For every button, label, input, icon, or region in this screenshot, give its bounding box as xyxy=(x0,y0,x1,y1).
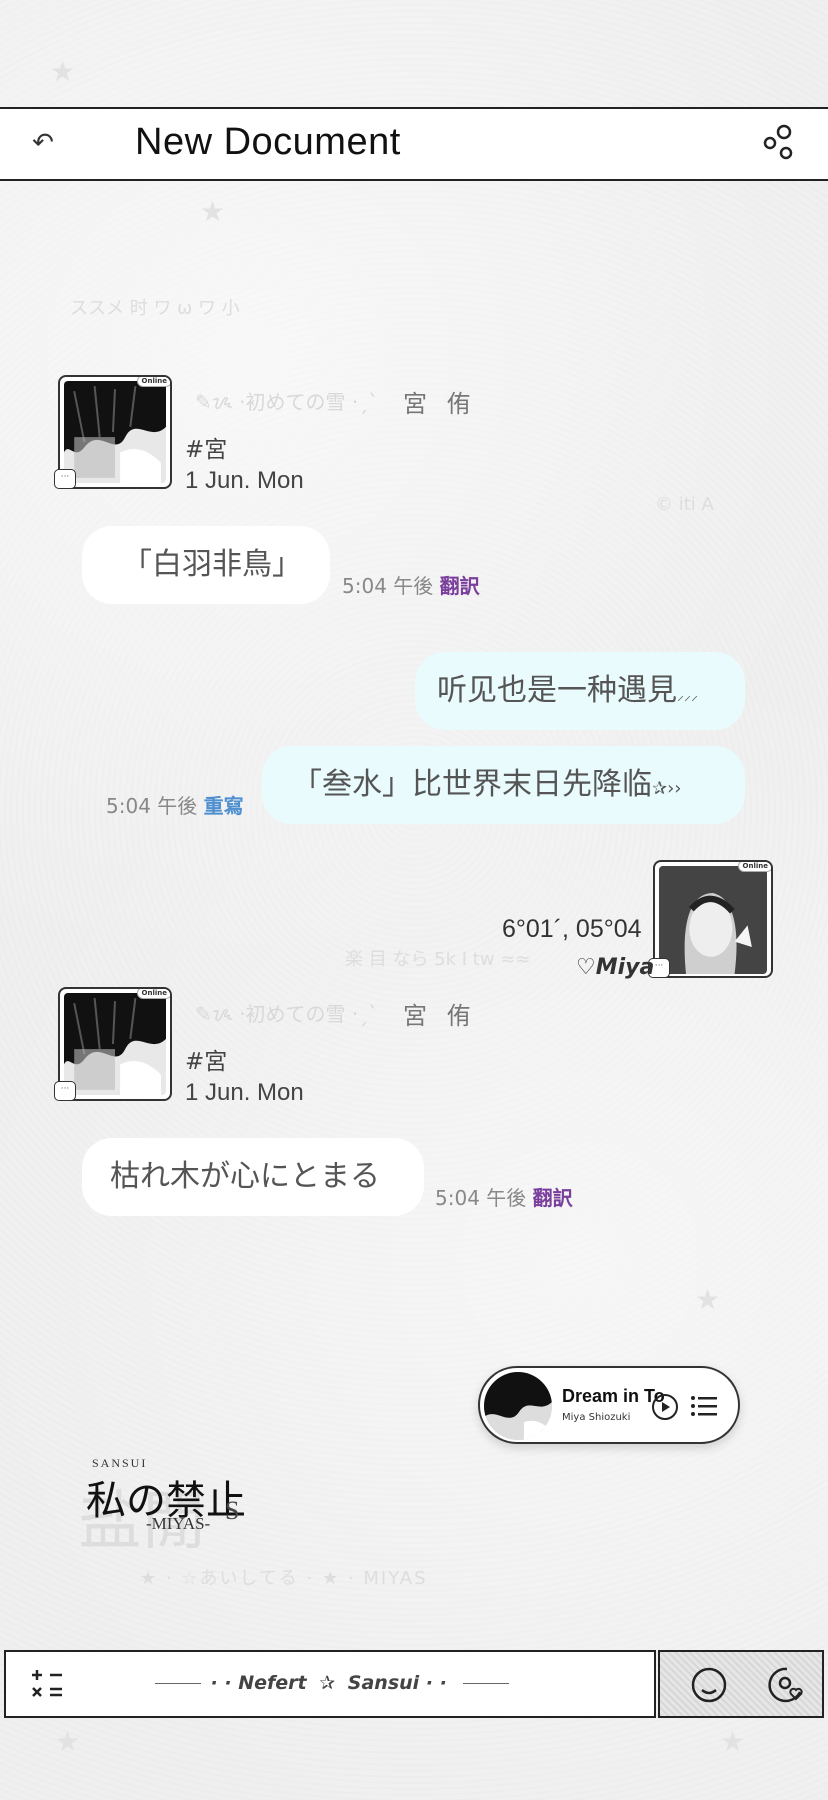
profile-name: 宮 侑 xyxy=(403,1002,477,1030)
message-text: 听见也是一种遇見 xyxy=(437,673,677,708)
star-decoration: ★ xyxy=(200,195,226,228)
faint-text: ススメ 时 ワ ω ワ 小 xyxy=(70,298,240,319)
bottom-bar-main: · · Nefert ✰ Sansui · · xyxy=(4,1650,656,1718)
star-decoration: ★ xyxy=(720,1725,746,1758)
song-title: Dream in To xyxy=(562,1386,665,1406)
profile-faint-text: ✎ᝰ ·初めての雪 ·ˏˋ xyxy=(195,1002,379,1026)
profile-date: 1 Jun. Mon xyxy=(185,1079,304,1106)
divider xyxy=(463,1683,510,1684)
logo-sub: -MIYAS- xyxy=(146,1514,211,1533)
avatar-image xyxy=(659,866,767,974)
message-bubble-outgoing[interactable]: 「叁水」比世界末日先降临✰›› xyxy=(262,746,745,824)
profile-tag: #宮 xyxy=(185,437,228,463)
signature: ♡Miya xyxy=(576,955,655,980)
music-player[interactable]: Dream in To Miya Shiozuki xyxy=(478,1366,740,1444)
sig-right: Sansui xyxy=(347,1672,420,1694)
message-time: 5:04 午後 xyxy=(342,574,434,598)
smile-icon[interactable] xyxy=(690,1666,728,1704)
translate-link[interactable]: 翻訳 xyxy=(440,574,480,598)
star-decoration: ★ xyxy=(50,55,76,88)
star-decoration: ★ xyxy=(695,1283,721,1316)
rewrite-link[interactable]: 重寫 xyxy=(204,794,244,818)
message-bubble[interactable]: 枯れ木が心にとまる xyxy=(82,1138,424,1216)
sig-star: ✰ xyxy=(319,1672,336,1694)
message-bubble[interactable]: 「白羽非鳥」 xyxy=(82,526,330,604)
faint-text: 楽 目 なら 5k I tw ≈≈ xyxy=(345,949,531,970)
coordinates: 6°01´, 05°04 xyxy=(502,915,642,943)
message-meta: 5:04 午後 翻訳 xyxy=(435,1182,573,1211)
self-avatar[interactable]: Online xyxy=(653,860,773,978)
bottom-bar-actions xyxy=(658,1650,824,1718)
message-text: 「叁水」比世界末日先降临 xyxy=(292,767,652,802)
profile-name: 宮 侑 xyxy=(403,390,477,418)
avatar-image xyxy=(64,381,166,483)
sig-left: Nefert xyxy=(238,1672,307,1694)
message-time: 5:04 午後 xyxy=(435,1186,527,1210)
profile-tag: #宮 xyxy=(185,1049,228,1075)
playlist-icon[interactable] xyxy=(690,1394,718,1418)
chat-bubble-icon[interactable]: ··· xyxy=(54,469,76,489)
back-icon[interactable]: ↶ xyxy=(28,125,58,161)
share-icon[interactable] xyxy=(760,123,800,163)
profile-faint-text: ✎ᝰ ·初めての雪 ·ˏˋ xyxy=(195,390,379,414)
sansui-logo: 盐閒 SANSUI 私の禁止 -MIYAS- S xyxy=(78,1452,280,1562)
message-suffix: ✰›› xyxy=(652,778,682,799)
settings-heart-icon[interactable] xyxy=(768,1666,806,1704)
signature-bar: · · Nefert ✰ Sansui · · xyxy=(6,1672,658,1694)
online-status: Online xyxy=(737,862,771,872)
message-meta: 5:04 午後 翻訳 xyxy=(342,570,480,599)
translate-link[interactable]: 翻訳 xyxy=(533,1186,573,1210)
chat-bubble-icon[interactable]: ··· xyxy=(54,1081,76,1101)
album-art xyxy=(484,1372,552,1440)
message-time: 5:04 午後 xyxy=(106,794,198,818)
online-status: Online xyxy=(136,989,170,999)
document-header: ↶ New Document xyxy=(0,107,828,181)
avatar-image xyxy=(64,993,166,1095)
faint-text: © iti A xyxy=(655,494,714,515)
message-suffix: ⸝⸝⸝ xyxy=(677,688,698,704)
bottom-bar: · · Nefert ✰ Sansui · · xyxy=(4,1650,824,1718)
message-meta: 5:04 午後 重寫 xyxy=(106,790,244,819)
divider xyxy=(154,1683,201,1684)
song-artist: Miya Shiozuki xyxy=(562,1412,631,1423)
star-decoration: ★ xyxy=(55,1725,81,1758)
message-bubble-outgoing[interactable]: 听见也是一种遇見⸝⸝⸝ xyxy=(415,652,745,730)
play-icon[interactable] xyxy=(652,1394,678,1420)
online-status: Online xyxy=(136,377,170,387)
faint-text: ★ · ☆あいしてる · ★ · MIYAS xyxy=(140,1568,428,1589)
page-title: New Document xyxy=(135,121,401,163)
logo-letter: S xyxy=(225,1496,240,1525)
profile-date: 1 Jun. Mon xyxy=(185,467,304,494)
